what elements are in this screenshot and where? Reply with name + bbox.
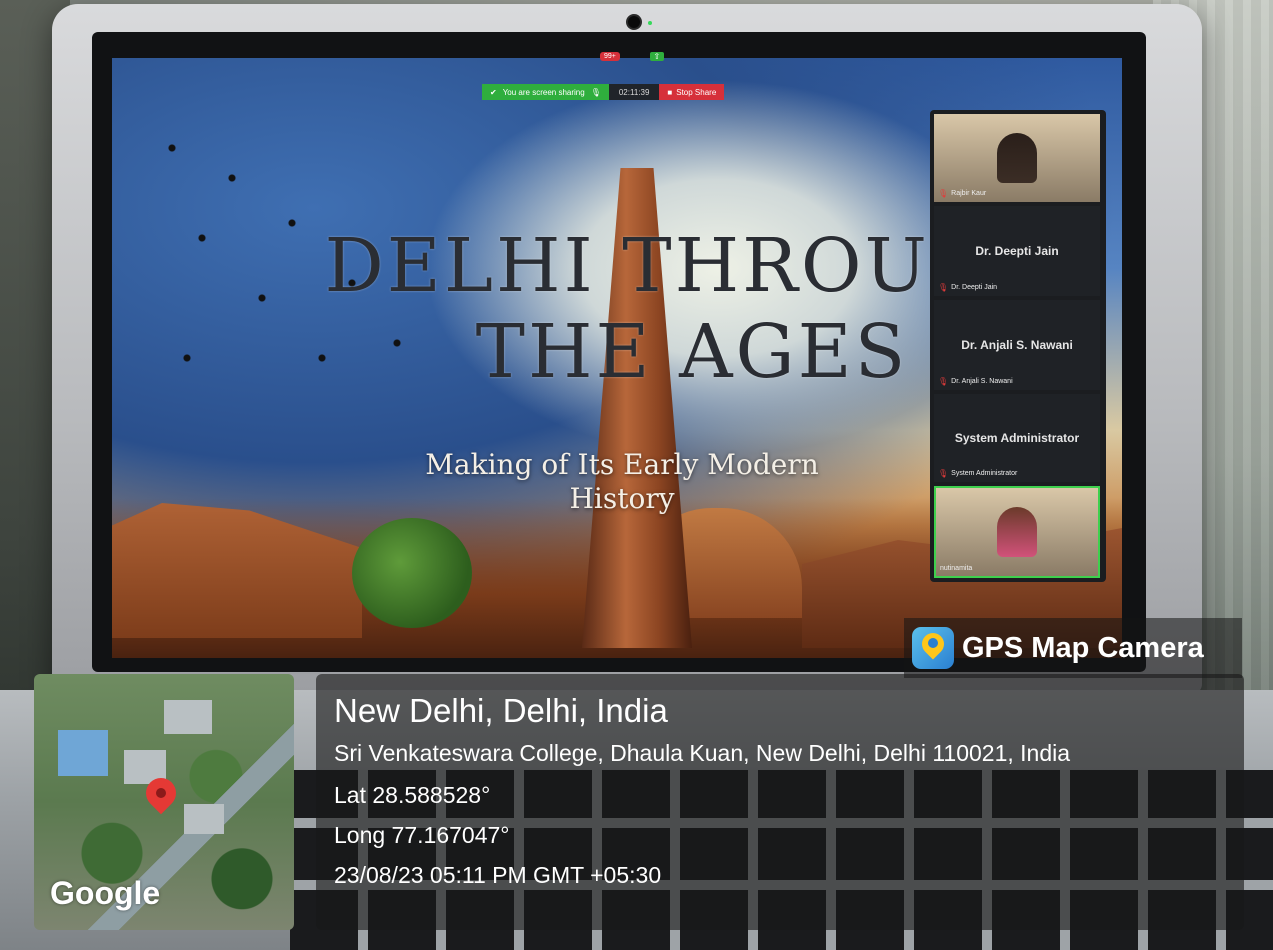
participant-tile[interactable]: 🎙 Rajbir Kaur (934, 114, 1100, 202)
stop-share-button[interactable]: ■ Stop Share (659, 84, 725, 100)
participant-caption: nutinamita (940, 565, 972, 572)
map-building (184, 804, 224, 834)
participant-video (997, 507, 1037, 557)
location-address: Sri Venkateswara College, Dhaula Kuan, N… (334, 740, 1071, 766)
mic-muted-icon: 🎙 (938, 469, 949, 478)
participant-tile-active[interactable]: nutinamita (934, 486, 1100, 578)
participant-caption-name: Dr. Anjali S. Nawani (951, 378, 1013, 385)
location-place: New Delhi, Delhi, India (334, 692, 668, 729)
tree (352, 518, 472, 628)
stop-share-label: Stop Share (676, 87, 717, 97)
participant-caption: 🎙 Rajbir Kaur (938, 189, 986, 198)
mic-muted-icon: 🎙 (938, 377, 949, 386)
participants-count-badge[interactable]: 99+ (600, 52, 620, 61)
shield-icon: ✔ (490, 87, 497, 97)
participant-tile[interactable]: System Administrator 🎙 System Administra… (934, 394, 1100, 482)
participants-panel: 🎙 Rajbir Kaur Dr. Deepti Jain 🎙 Dr. Deep… (930, 110, 1106, 582)
share-status-text: You are screen sharing (502, 87, 585, 97)
participant-video (997, 133, 1037, 183)
location-timestamp: 23/08/23 05:11 PM GMT +05:30 (334, 862, 662, 888)
share-up-icon[interactable]: ⇧ (649, 52, 664, 61)
participant-caption-name: Rajbir Kaur (951, 190, 987, 197)
participant-tile[interactable]: Dr. Anjali S. Nawani 🎙 Dr. Anjali S. Naw… (934, 300, 1100, 390)
mic-muted-icon: 🎙 (938, 189, 949, 198)
screen-share-bar: ✔ You are screen sharing 🎙 02:11:39 ■ St… (482, 84, 798, 100)
webcam-led (648, 21, 652, 25)
location-longitude: Long 77.167047° (334, 822, 510, 848)
google-logo: Google (50, 875, 161, 911)
share-timer: 02:11:39 (608, 84, 660, 100)
map-building (164, 700, 212, 734)
participant-caption-name: Dr. Deepti Jain (951, 284, 998, 291)
participant-caption-name: nutinamita (940, 565, 973, 572)
share-status: ✔ You are screen sharing 🎙 (482, 84, 609, 100)
webcam (628, 16, 640, 28)
stop-icon: ■ (667, 87, 673, 97)
gps-map-camera-brand: GPS Map Camera (904, 618, 1242, 678)
participant-caption: 🎙 System Administrator (938, 469, 1017, 478)
gps-camera-logo-icon (912, 627, 954, 669)
mic-muted-icon: 🎙 (938, 283, 949, 292)
zoom-top-badges: 99+ ⇧ (600, 52, 664, 61)
participant-tile[interactable]: Dr. Deepti Jain 🎙 Dr. Deepti Jain (934, 206, 1100, 296)
participant-caption: 🎙 Dr. Deepti Jain (938, 283, 997, 292)
participant-display-name: Dr. Anjali S. Nawani (961, 338, 1073, 352)
location-info-panel: New Delhi, Delhi, India Sri Venkateswara… (316, 674, 1244, 930)
participant-caption-name: System Administrator (951, 470, 1018, 477)
mic-icon[interactable]: 🎙 (591, 88, 601, 97)
participant-display-name: System Administrator (954, 431, 1080, 445)
map-building (58, 730, 108, 776)
gps-brand-text: GPS Map Camera (962, 631, 1204, 664)
slide-subtitle: Making of Its Early Modern History (425, 448, 819, 515)
participant-display-name: Dr. Deepti Jain (975, 244, 1059, 258)
map-thumbnail: Google (34, 674, 294, 930)
participant-caption: 🎙 Dr. Anjali S. Nawani (938, 377, 1013, 386)
location-latitude: Lat 28.588528° (334, 782, 491, 808)
